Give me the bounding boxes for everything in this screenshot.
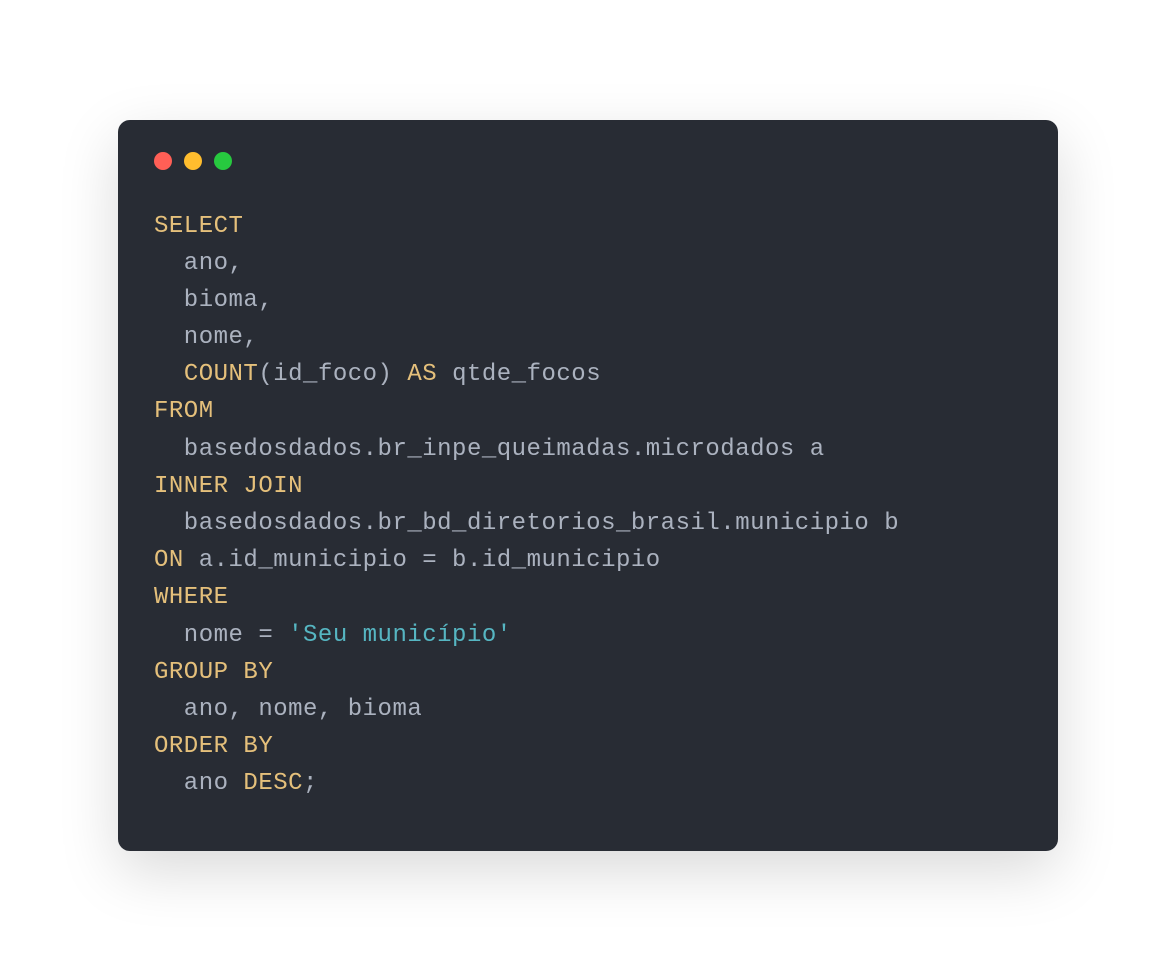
code-text: nome = [154, 622, 288, 649]
code-text: basedosdados.br_bd_diretorios_brasil.mun… [154, 510, 899, 537]
code-text [154, 361, 184, 388]
sql-keyword: GROUP BY [154, 659, 273, 686]
code-text: basedosdados.br_inpe_queimadas.microdado… [154, 436, 825, 463]
code-window: SELECT ano, bioma, nome, COUNT(id_foco) … [118, 120, 1058, 851]
code-text: bioma, [154, 287, 273, 314]
code-text: ano, [154, 250, 243, 277]
sql-keyword: INNER JOIN [154, 473, 303, 500]
code-text: qtde_focos [437, 361, 601, 388]
sql-keyword: ON [154, 547, 184, 574]
sql-keyword: COUNT [184, 361, 259, 388]
sql-keyword: AS [407, 361, 437, 388]
sql-keyword: FROM [154, 398, 214, 425]
sql-keyword: WHERE [154, 584, 229, 611]
sql-string: 'Seu município' [288, 622, 512, 649]
code-text: ano [154, 770, 243, 797]
maximize-icon[interactable] [214, 152, 232, 170]
code-text: (id_foco) [258, 361, 407, 388]
sql-keyword: DESC [243, 770, 303, 797]
code-text: nome, [154, 324, 258, 351]
code-block: SELECT ano, bioma, nome, COUNT(id_foco) … [154, 208, 1022, 803]
window-controls [154, 152, 1022, 170]
sql-keyword: ORDER BY [154, 733, 273, 760]
minimize-icon[interactable] [184, 152, 202, 170]
code-text: ano, nome, bioma [154, 696, 422, 723]
code-text: a.id_municipio = b.id_municipio [184, 547, 661, 574]
sql-keyword: SELECT [154, 213, 243, 240]
code-text: ; [303, 770, 318, 797]
close-icon[interactable] [154, 152, 172, 170]
